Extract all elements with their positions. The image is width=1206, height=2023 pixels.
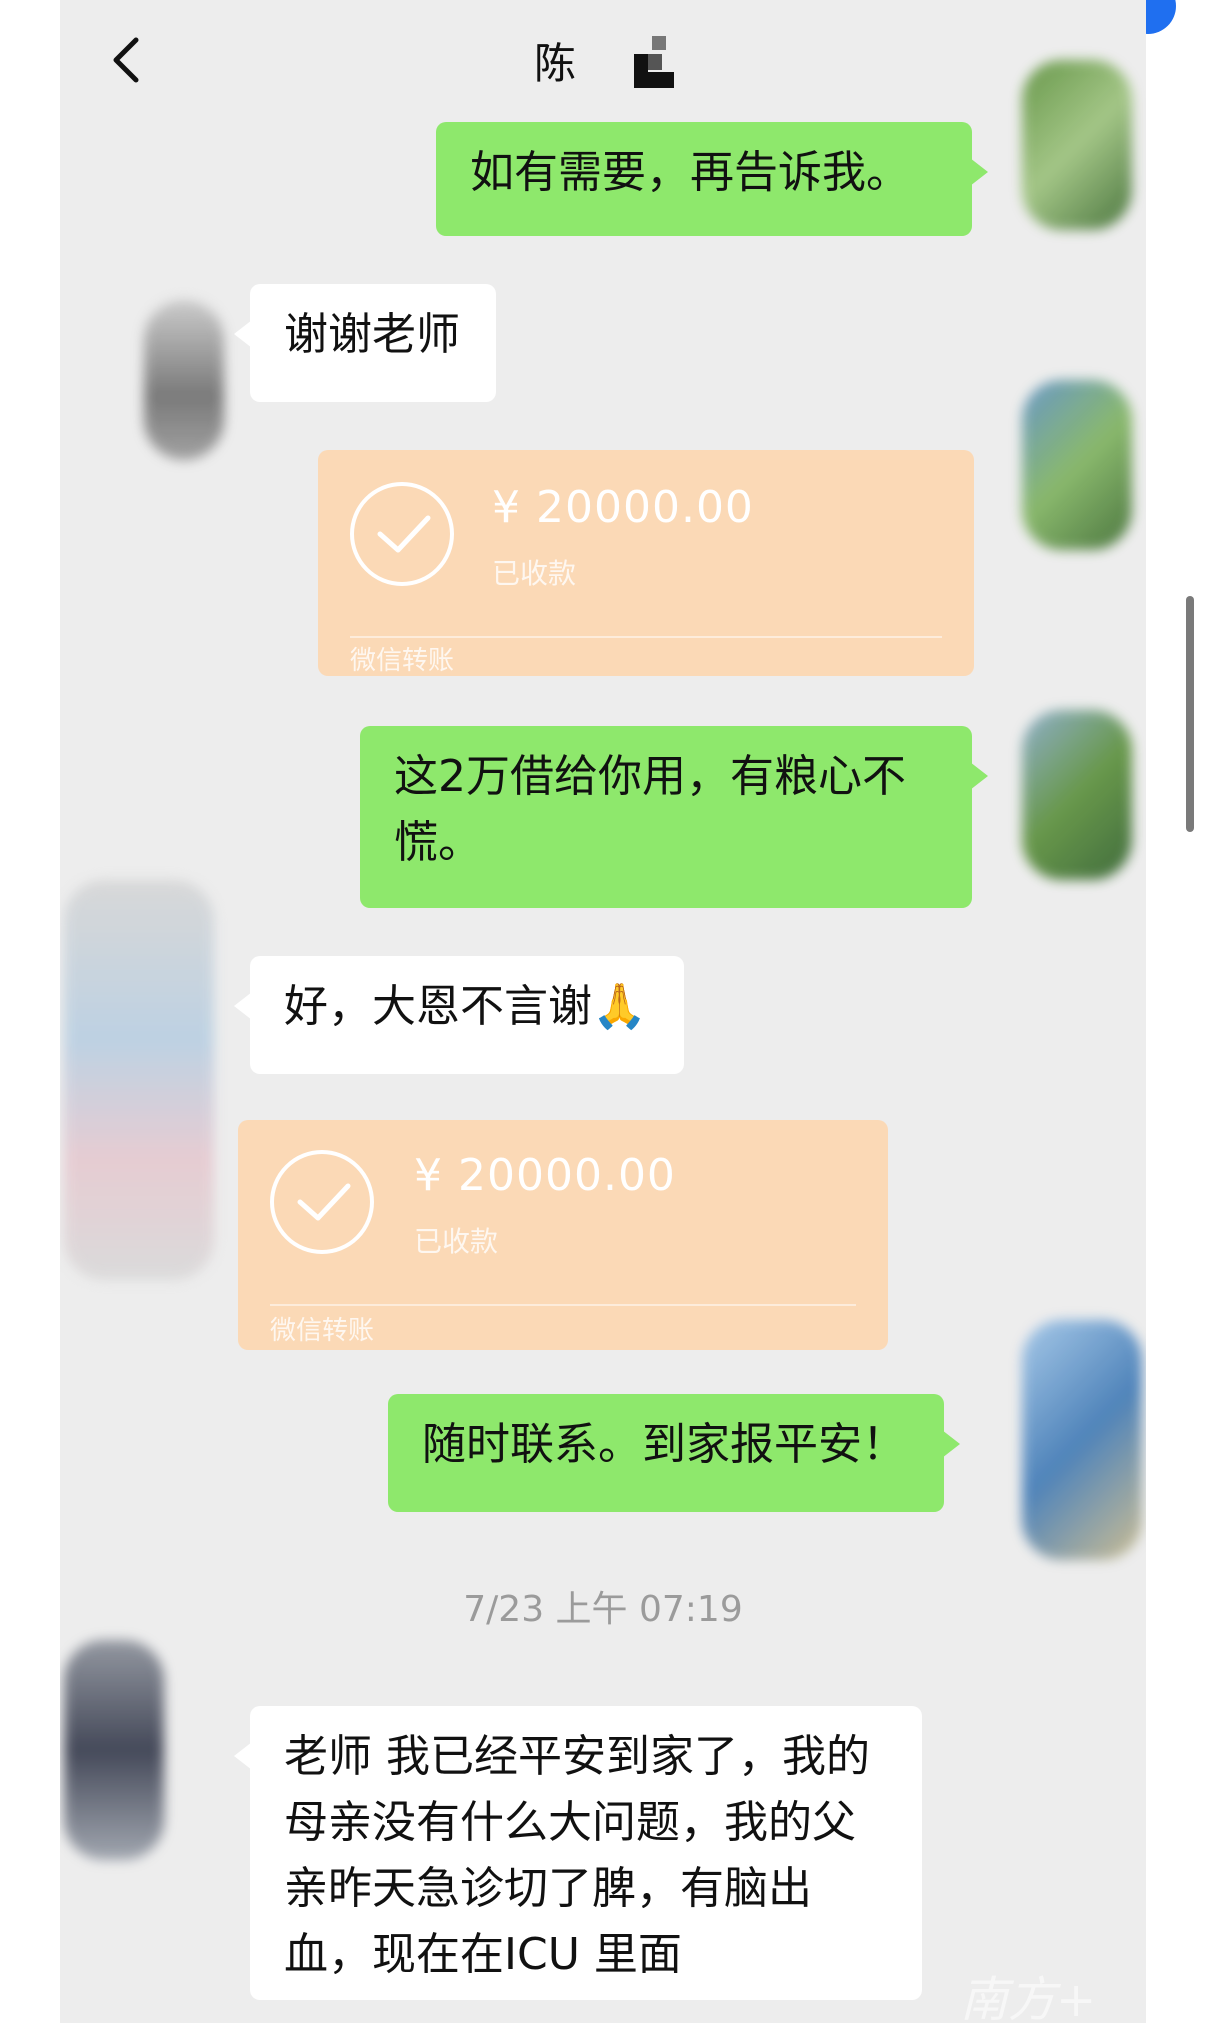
transfer-footer: 微信转账 [350,646,455,676]
my-avatar[interactable] [1022,60,1132,230]
scrollbar[interactable] [1186,596,1194,832]
redacted-name-glyph [634,36,674,88]
message-bubble-sent[interactable]: 随时联系。到家报平安！ [388,1394,960,1512]
check-circle-icon [350,482,454,586]
message-timestamp: 7/23 上午 07:19 [463,1589,743,1630]
chat-title: 陈 [534,39,577,88]
transfer-divider [350,636,942,638]
message-bubble-received[interactable]: 谢谢老师 [234,284,496,402]
chat-header: 陈 [60,0,1146,120]
check-circle-icon [270,1150,374,1254]
chevron-left-icon[interactable] [102,32,158,88]
transfer-amount: ¥ 20000.00 [414,1150,676,1201]
message-bubble-sent[interactable]: 这2万借给你用，有粮心不慌。 [360,726,988,908]
my-avatar[interactable] [1022,710,1132,880]
message-bubble-received[interactable]: 好，大恩不言谢🙏 [234,956,684,1074]
chat-screen: 陈 如有需要，再告诉我。 谢谢老师 ¥ 20000.00 已收款 微信转账 这2… [60,0,1146,2023]
transfer-card[interactable]: ¥ 20000.00 已收款 微信转账 [318,450,974,676]
transfer-divider [270,1304,856,1306]
contact-avatar[interactable] [64,880,214,1280]
transfer-card[interactable]: ¥ 20000.00 已收款 微信转账 [238,1120,888,1350]
transfer-status: 已收款 [414,1225,499,1258]
transfer-status: 已收款 [492,557,577,590]
message-bubble-sent[interactable]: 如有需要，再告诉我。 [436,122,988,236]
transfer-amount: ¥ 20000.00 [492,482,754,533]
message-bubble-received[interactable]: 老师 我已经平安到家了，我的母亲没有什么大问题，我的父亲昨天急诊切了脾，有脑出血… [234,1706,922,2000]
watermark: 南方+ [960,1972,1097,2023]
contact-avatar[interactable] [64,1640,164,1860]
my-avatar[interactable] [1022,380,1132,550]
my-avatar[interactable] [1022,1320,1142,1560]
transfer-footer: 微信转账 [270,1316,375,1346]
contact-avatar[interactable] [144,300,224,460]
